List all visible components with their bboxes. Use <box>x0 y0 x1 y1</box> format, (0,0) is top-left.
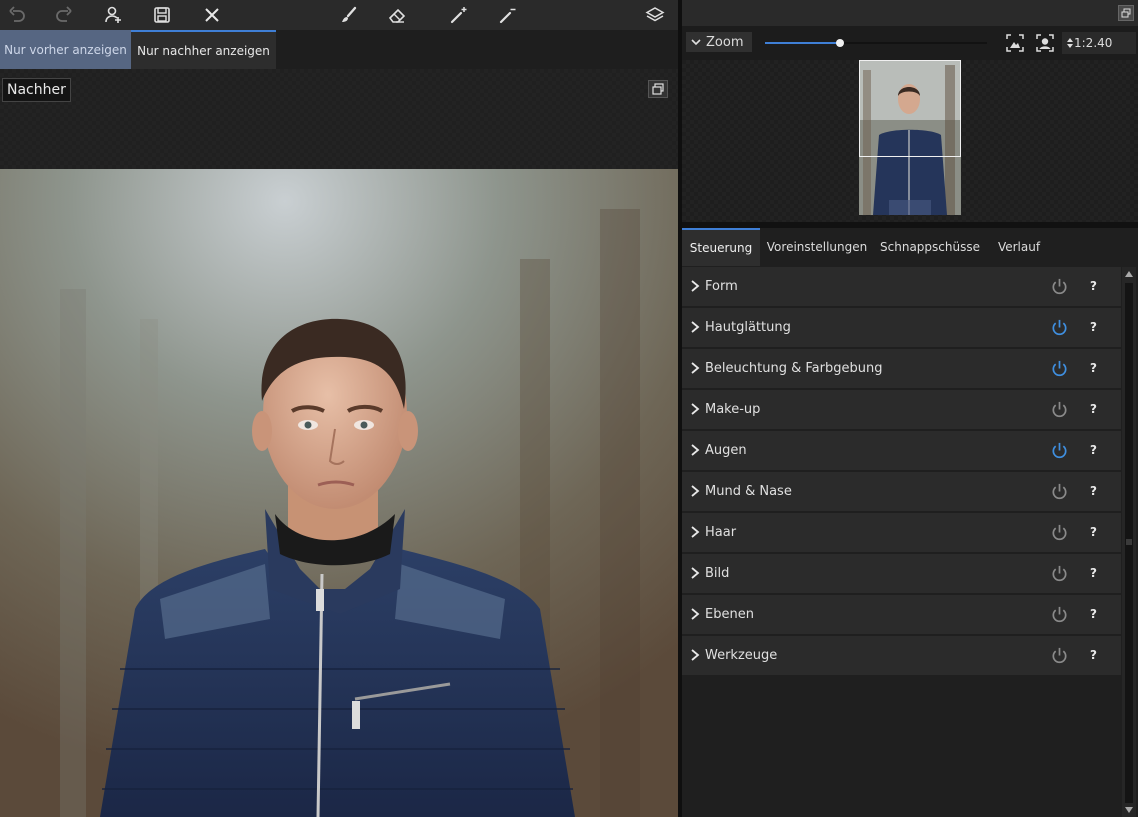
compare-view-icon[interactable] <box>648 80 668 98</box>
tab-steuerung[interactable]: Steuerung <box>682 228 760 266</box>
tab-show-after[interactable]: Nur nachher anzeigen <box>131 30 276 69</box>
section-form[interactable]: Form ? <box>682 267 1121 306</box>
navigator-thumbnail[interactable] <box>859 60 961 215</box>
zoom-ratio-value: 1:2.40 <box>1074 36 1113 50</box>
power-icon[interactable] <box>1050 400 1069 419</box>
close-icon[interactable] <box>199 3 225 27</box>
section-label: Mund & Nase <box>705 484 792 499</box>
zoom-slider-fill <box>765 42 841 44</box>
power-icon[interactable] <box>1050 646 1069 665</box>
section-ebenen[interactable]: Ebenen ? <box>682 595 1121 634</box>
navigator-header <box>682 0 1138 26</box>
after-label: Nachher <box>2 78 71 102</box>
power-icon[interactable] <box>1050 318 1069 337</box>
section-label: Haar <box>705 525 737 540</box>
sections-scrollbar[interactable] <box>1122 267 1136 817</box>
section-hautglaettung[interactable]: Hautglättung ? <box>682 308 1121 347</box>
section-label: Beleuchtung & Farbgebung <box>705 361 883 376</box>
restore-window-icon[interactable] <box>1118 5 1134 21</box>
power-icon[interactable] <box>1050 605 1069 624</box>
help-button[interactable]: ? <box>1090 554 1097 593</box>
main-toolbar <box>0 0 678 30</box>
zoom-toggle[interactable]: Zoom <box>686 32 752 52</box>
help-button[interactable]: ? <box>1090 431 1097 470</box>
help-button[interactable]: ? <box>1090 308 1097 347</box>
chevron-right-icon <box>691 608 700 620</box>
editor-area: Nur vorher anzeigen Nur nachher anzeigen… <box>0 0 678 817</box>
power-icon[interactable] <box>1050 523 1069 542</box>
layers-icon[interactable] <box>642 3 668 27</box>
panel-tabs: Steuerung Voreinstellungen Schnappschüss… <box>682 228 1138 266</box>
eraser-icon[interactable] <box>384 3 410 27</box>
section-label: Werkzeuge <box>705 648 778 663</box>
thumbnail-image <box>859 60 961 215</box>
section-label: Make-up <box>705 402 761 417</box>
fit-to-screen-icon[interactable] <box>1005 33 1025 53</box>
zoom-controls: Zoom 1:2.40 <box>682 26 1138 60</box>
app-window: Nur vorher anzeigen Nur nachher anzeigen… <box>0 0 1138 817</box>
zoom-slider[interactable] <box>765 39 987 47</box>
help-button[interactable]: ? <box>1090 390 1097 429</box>
chevron-down-icon <box>691 39 701 46</box>
portrait-photo[interactable] <box>0 169 678 817</box>
chevron-right-icon <box>691 485 700 497</box>
power-icon[interactable] <box>1050 359 1069 378</box>
save-icon[interactable] <box>149 3 175 27</box>
chevron-right-icon <box>691 403 700 415</box>
magic-wand-minus-icon[interactable] <box>495 3 521 27</box>
chevron-right-icon <box>691 526 700 538</box>
magic-wand-plus-icon[interactable] <box>446 3 472 27</box>
section-make-up[interactable]: Make-up ? <box>682 390 1121 429</box>
zoom-slider-thumb[interactable] <box>836 39 845 47</box>
chevron-right-icon <box>691 444 700 456</box>
section-bild[interactable]: Bild ? <box>682 554 1121 593</box>
tab-verlauf[interactable]: Verlauf <box>993 228 1045 266</box>
power-icon[interactable] <box>1050 482 1069 501</box>
chevron-right-icon <box>691 280 700 292</box>
section-label: Hautglättung <box>705 320 791 335</box>
chevron-right-icon <box>691 649 700 661</box>
navigator-preview[interactable] <box>682 60 1138 222</box>
tab-schnappschuesse[interactable]: Schnappschüsse <box>878 228 982 266</box>
help-button[interactable]: ? <box>1090 349 1097 388</box>
section-label: Augen <box>705 443 747 458</box>
canvas-background <box>0 69 678 169</box>
chevron-right-icon <box>691 362 700 374</box>
updown-arrows-icon <box>1067 38 1073 48</box>
section-beleuchtung-farbgebung[interactable]: Beleuchtung & Farbgebung ? <box>682 349 1121 388</box>
zoom-ratio-field[interactable]: 1:2.40 <box>1062 32 1136 54</box>
zoom-label-text: Zoom <box>706 34 744 50</box>
power-icon[interactable] <box>1050 564 1069 583</box>
chevron-right-icon <box>691 567 700 579</box>
section-label: Bild <box>705 566 730 581</box>
scrollbar-grip <box>1126 539 1132 545</box>
fit-face-icon[interactable] <box>1035 33 1055 53</box>
section-label: Ebenen <box>705 607 754 622</box>
brush-icon[interactable] <box>336 3 362 27</box>
redo-icon[interactable] <box>51 3 77 27</box>
tab-show-before[interactable]: Nur vorher anzeigen <box>0 30 131 69</box>
side-panel: Zoom 1:2.40 Steuerung Voreinstellungen S… <box>682 0 1138 817</box>
help-button[interactable]: ? <box>1090 595 1097 634</box>
scroll-up-icon[interactable] <box>1122 267 1136 281</box>
undo-icon[interactable] <box>4 3 30 27</box>
chevron-right-icon <box>691 321 700 333</box>
section-werkzeuge[interactable]: Werkzeuge ? <box>682 636 1121 675</box>
section-haar[interactable]: Haar ? <box>682 513 1121 552</box>
power-icon[interactable] <box>1050 277 1069 296</box>
help-button[interactable]: ? <box>1090 513 1097 552</box>
help-button[interactable]: ? <box>1090 636 1097 675</box>
portrait-image <box>0 169 678 817</box>
section-mund-nase[interactable]: Mund & Nase ? <box>682 472 1121 511</box>
view-mode-tabs: Nur vorher anzeigen Nur nachher anzeigen <box>0 30 678 69</box>
section-label: Form <box>705 279 738 294</box>
scroll-down-icon[interactable] <box>1122 803 1136 817</box>
add-person-icon[interactable] <box>100 3 126 27</box>
control-sections: Form ? Hautglättung ? Beleuchtung & Farb… <box>682 267 1122 677</box>
tab-voreinstellungen[interactable]: Voreinstellungen <box>764 228 870 266</box>
power-icon[interactable] <box>1050 441 1069 460</box>
help-button[interactable]: ? <box>1090 472 1097 511</box>
help-button[interactable]: ? <box>1090 267 1097 306</box>
section-augen[interactable]: Augen ? <box>682 431 1121 470</box>
